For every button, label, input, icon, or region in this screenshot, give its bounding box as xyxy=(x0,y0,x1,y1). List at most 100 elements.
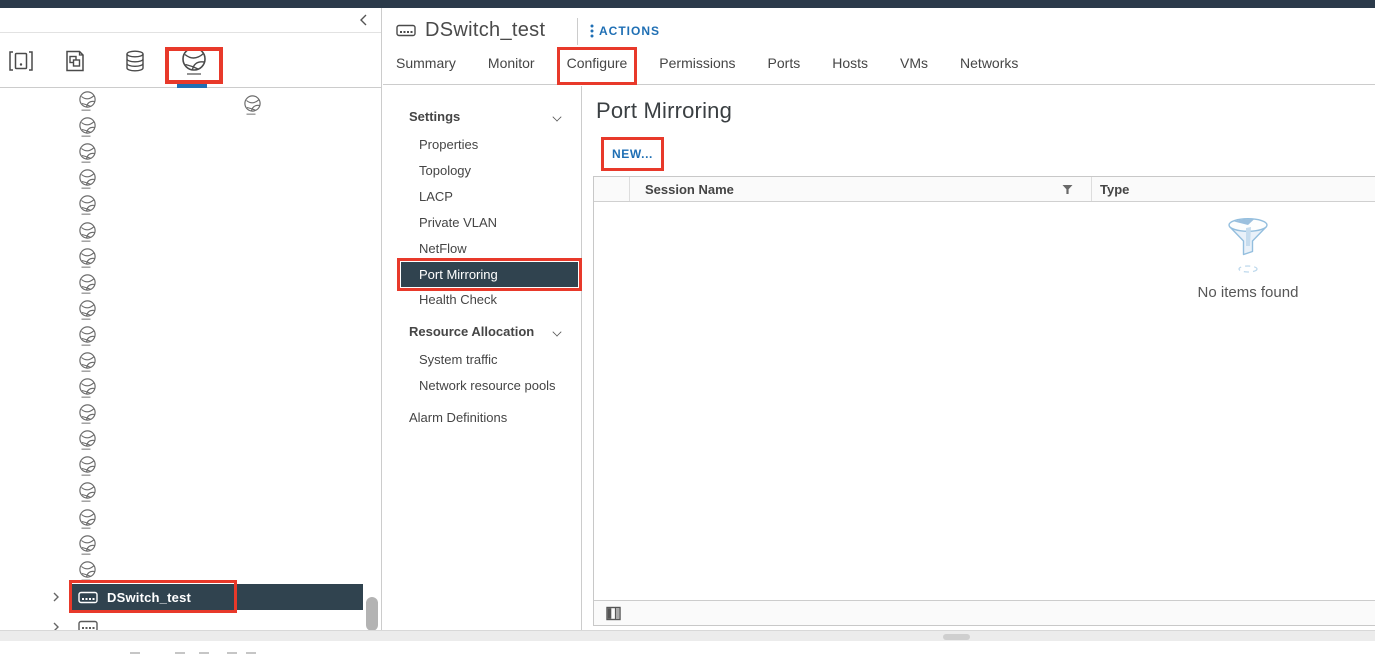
inventory-tree xyxy=(0,88,366,641)
actions-label: ACTIONS xyxy=(599,24,660,38)
table-footer xyxy=(594,600,1375,625)
tree-network-list xyxy=(78,88,97,584)
column-header-session-name[interactable]: Session Name xyxy=(630,177,1092,201)
distributed-switch-icon xyxy=(78,590,98,604)
new-session-button[interactable]: NEW... xyxy=(612,147,653,161)
network-icon xyxy=(78,534,97,556)
content-heading: Port Mirroring xyxy=(596,98,732,124)
subnav-item-system-traffic[interactable]: System traffic xyxy=(383,347,581,373)
tree-item-network[interactable] xyxy=(78,506,97,532)
content-panel: Port Mirroring NEW... Session Name Type xyxy=(582,86,1375,641)
network-icon xyxy=(78,194,97,216)
tree-item-network[interactable] xyxy=(78,427,97,453)
tab-ports[interactable]: Ports xyxy=(768,55,801,80)
tab-permissions[interactable]: Permissions xyxy=(659,55,735,80)
network-icon xyxy=(78,116,97,138)
tree-item-network[interactable] xyxy=(78,140,97,166)
sidebar-collapse-row xyxy=(0,8,381,33)
subnav-section-alarm-definitions[interactable]: Alarm Definitions xyxy=(383,403,581,433)
subnav-section-resource-allocation[interactable]: Resource Allocation xyxy=(383,317,581,347)
network-icon xyxy=(78,90,97,112)
tree-item-dswitch-test[interactable]: DSwitch_test xyxy=(72,584,363,610)
tree-item-network[interactable] xyxy=(78,323,97,349)
network-icon xyxy=(78,299,97,321)
tab-summary[interactable]: Summary xyxy=(396,55,456,80)
column-label: Type xyxy=(1100,182,1129,197)
tree-item-network[interactable] xyxy=(78,88,97,114)
tab-configure[interactable]: Configure xyxy=(567,55,628,80)
network-icon xyxy=(78,273,97,295)
subnav: SettingsPropertiesTopologyLACPPrivate VL… xyxy=(383,86,582,641)
hosts-and-clusters-icon[interactable] xyxy=(6,46,36,76)
network-icon xyxy=(78,247,97,269)
collapse-sidebar-chevron-icon[interactable] xyxy=(357,13,371,27)
main-panel: DSwitch_test ACTIONS Summary Monitor Confi… xyxy=(383,8,1375,641)
tree-item-network[interactable] xyxy=(78,453,97,479)
subnav-item-network-resource-pools[interactable]: Network resource pools xyxy=(383,373,581,399)
tree-item-network[interactable] xyxy=(78,166,97,192)
table-body: No items found xyxy=(594,202,1375,600)
subnav-section-settings[interactable]: Settings xyxy=(383,102,581,132)
network-icon xyxy=(78,429,97,451)
navigation-sidebar: DSwitch_test xyxy=(0,8,382,641)
column-header-type[interactable]: Type xyxy=(1092,177,1375,201)
tree-item-network[interactable] xyxy=(78,271,97,297)
vms-and-templates-icon[interactable] xyxy=(60,46,90,76)
inventory-view-toolbar xyxy=(0,33,381,88)
subnav-item-port-mirroring[interactable]: Port Mirroring xyxy=(401,262,578,287)
network-icon xyxy=(78,325,97,347)
network-icon xyxy=(78,455,97,477)
tree-item-network[interactable] xyxy=(78,297,97,323)
actions-menu-button[interactable]: ACTIONS xyxy=(590,24,660,38)
subnav-item-lacp[interactable]: LACP xyxy=(383,184,581,210)
tree-item-network[interactable] xyxy=(78,245,97,271)
tree-item-network-nested[interactable] xyxy=(243,94,262,116)
subnav-item-properties[interactable]: Properties xyxy=(383,132,581,158)
filter-icon[interactable] xyxy=(1062,184,1073,195)
tree-item-label: DSwitch_test xyxy=(107,590,191,605)
network-icon xyxy=(78,403,97,425)
expand-caret-icon[interactable] xyxy=(52,591,60,603)
tree-item-network[interactable] xyxy=(78,401,97,427)
horizontal-scrollbar-thumb[interactable] xyxy=(943,634,970,640)
empty-filter-funnel-icon xyxy=(1225,216,1271,276)
subnav-item-private-vlan[interactable]: Private VLAN xyxy=(383,210,581,236)
network-icon xyxy=(78,168,97,190)
distributed-switch-icon xyxy=(396,23,416,37)
tree-item-network[interactable] xyxy=(78,218,97,244)
subnav-item-topology[interactable]: Topology xyxy=(383,158,581,184)
annotation-highlight-new: NEW... xyxy=(601,137,664,171)
table-select-column xyxy=(594,177,630,201)
vertical-scrollbar-thumb[interactable] xyxy=(366,597,378,631)
column-settings-icon[interactable] xyxy=(606,606,621,621)
network-icon xyxy=(243,94,262,116)
network-icon xyxy=(78,481,97,503)
horizontal-scrollbar xyxy=(0,630,1375,641)
tab-hosts[interactable]: Hosts xyxy=(832,55,868,80)
network-icon xyxy=(78,351,97,373)
object-header: DSwitch_test ACTIONS Summary Monitor Confi… xyxy=(383,8,1375,85)
tree-item-network[interactable] xyxy=(78,375,97,401)
distributed-switch-icon xyxy=(396,23,416,37)
tab-monitor[interactable]: Monitor xyxy=(488,55,535,80)
tree-item-network[interactable] xyxy=(78,192,97,218)
divider xyxy=(577,18,578,45)
chevron-down-icon xyxy=(552,112,561,121)
tree-item-network[interactable] xyxy=(78,114,97,140)
empty-text: No items found xyxy=(1192,284,1304,301)
column-label: Session Name xyxy=(645,182,734,197)
tree-item-network[interactable] xyxy=(78,479,97,505)
tree-item-network[interactable] xyxy=(78,532,97,558)
network-icon xyxy=(78,221,97,243)
network-icon xyxy=(78,560,97,582)
storage-icon[interactable] xyxy=(120,46,150,76)
vertical-dots-icon xyxy=(590,24,594,38)
networking-icon[interactable] xyxy=(179,46,209,76)
table-header-row: Session Name Type xyxy=(594,177,1375,202)
page-title: DSwitch_test xyxy=(425,19,545,42)
window-top-bar xyxy=(0,0,1375,8)
tree-item-network[interactable] xyxy=(78,349,97,375)
empty-state: No items found xyxy=(1192,216,1304,301)
tab-networks[interactable]: Networks xyxy=(960,55,1018,80)
tab-vms[interactable]: VMs xyxy=(900,55,928,80)
